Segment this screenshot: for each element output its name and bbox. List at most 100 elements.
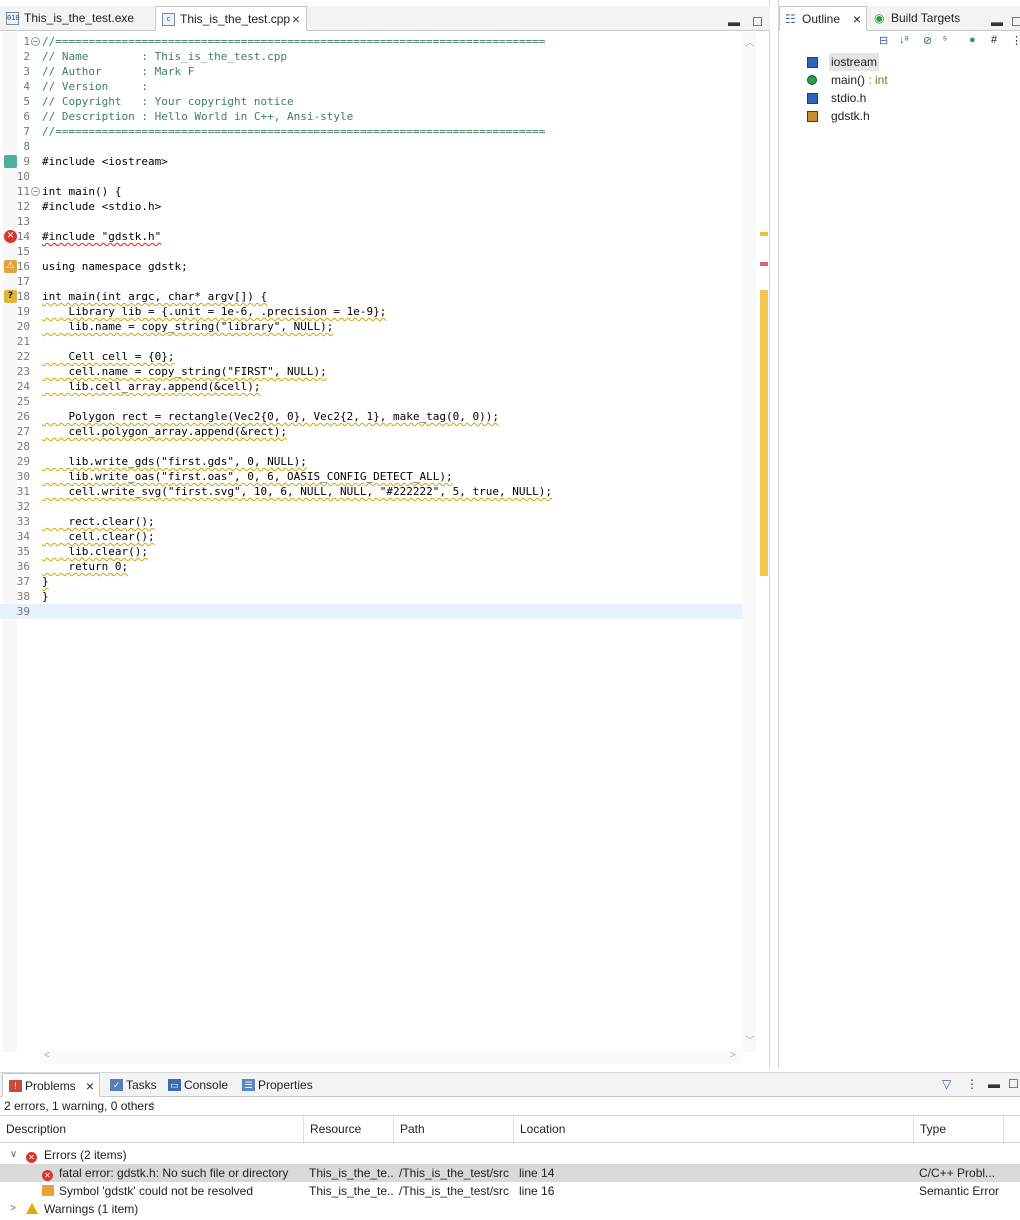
minimize-icon[interactable]: ▬ bbox=[991, 15, 1003, 29]
overview-warning-range[interactable] bbox=[760, 290, 768, 576]
code-line[interactable]: 36 return 0; bbox=[0, 559, 742, 574]
code-line[interactable]: 5 // Copyright : Your copyright notice bbox=[0, 94, 742, 109]
fold-toggle-icon[interactable]: − bbox=[31, 37, 40, 46]
code-line[interactable]: 37} bbox=[0, 574, 742, 589]
code-line[interactable]: 20 lib.name = copy_string("library", NUL… bbox=[0, 319, 742, 334]
code-line[interactable]: 34 cell.clear(); bbox=[0, 529, 742, 544]
code-line[interactable]: 31 cell.write_svg("first.svg", 10, 6, NU… bbox=[0, 484, 742, 499]
code-line[interactable]: 21 bbox=[0, 334, 742, 349]
chevron-down-icon[interactable]: ∨ bbox=[10, 1146, 17, 1164]
code-line[interactable]: 14 ✕ #include "gdstk.h" bbox=[0, 229, 742, 244]
minimize-icon[interactable]: ▬ bbox=[728, 15, 740, 29]
tab-outline[interactable]: ☷ Outline × bbox=[779, 6, 867, 31]
overview-error-marker[interactable] bbox=[760, 262, 768, 266]
outline-item[interactable]: main() : int bbox=[801, 71, 1001, 89]
hide-macros-icon[interactable]: # bbox=[991, 34, 997, 46]
overview-ruler[interactable] bbox=[757, 32, 769, 1052]
semantic-error-marker-icon[interactable]: ⚠ bbox=[4, 260, 17, 273]
tab-properties[interactable]: ☰ Properties bbox=[236, 1073, 320, 1097]
horizontal-scrollbar[interactable]: < > bbox=[40, 1050, 742, 1064]
fold-toggle-icon[interactable]: − bbox=[31, 187, 40, 196]
code-line[interactable]: 39 bbox=[0, 604, 742, 619]
bookmark-marker-icon[interactable] bbox=[4, 155, 17, 168]
code-line[interactable]: 38} bbox=[0, 589, 742, 604]
tab-cpp[interactable]: c This_is_the_test.cpp × bbox=[155, 6, 307, 31]
code-line[interactable]: 2 // Name : This_is_the_test.cpp bbox=[0, 49, 742, 64]
overview-warning-marker[interactable] bbox=[760, 232, 768, 236]
hide-fields-icon[interactable]: ⊘ bbox=[923, 34, 932, 47]
code-line[interactable]: 12 #include <stdio.h> bbox=[0, 199, 742, 214]
tab-build-targets[interactable]: ◉ Build Targets bbox=[869, 6, 969, 31]
code-line[interactable]: 9 #include <iostream> bbox=[0, 154, 742, 169]
minimize-icon[interactable]: ▬ bbox=[988, 1077, 1000, 1091]
hide-non-public-icon[interactable]: ● bbox=[969, 34, 976, 46]
code-line[interactable]: 17 bbox=[0, 274, 742, 289]
scroll-right-icon[interactable]: > bbox=[730, 1050, 736, 1061]
code-line[interactable]: 6 // Description : Hello World in C++, An… bbox=[0, 109, 742, 124]
maximize-icon[interactable]: ☐ bbox=[1008, 1077, 1019, 1091]
group-warnings[interactable]: > Warnings (1 item) bbox=[0, 1200, 1020, 1218]
chevron-right-icon[interactable]: > bbox=[10, 1200, 16, 1218]
code-line[interactable]: 1−//====================================… bbox=[0, 34, 742, 49]
column-location[interactable]: Location bbox=[514, 1116, 914, 1144]
view-menu-icon[interactable]: ⋮ bbox=[1011, 34, 1020, 47]
code-line[interactable]: 30 lib.write_oas("first.oas", 0, 6, OASI… bbox=[0, 469, 742, 484]
sort-icon[interactable]: ↓ᵃ bbox=[899, 34, 909, 46]
warning-marker-icon[interactable]: ? bbox=[4, 290, 17, 303]
code-line[interactable]: 10 bbox=[0, 169, 742, 184]
outline-item[interactable]: stdio.h bbox=[801, 89, 1001, 107]
group-errors[interactable]: ∨ ✕ Errors (2 items) bbox=[0, 1146, 1020, 1164]
scroll-up-icon[interactable]: ︿ bbox=[745, 34, 755, 49]
tab-exe[interactable]: 010 This_is_the_test.exe bbox=[0, 6, 152, 31]
code-line[interactable]: 32 bbox=[0, 499, 742, 514]
code-line[interactable]: 7 //=====================================… bbox=[0, 124, 742, 139]
console-icon: ▭ bbox=[168, 1079, 181, 1091]
code-line[interactable]: 11− int main() { bbox=[0, 184, 742, 199]
code-line[interactable]: 27 cell.polygon_array.append(&rect); bbox=[0, 424, 742, 439]
close-icon[interactable]: × bbox=[292, 7, 300, 31]
close-icon[interactable]: × bbox=[853, 7, 861, 31]
code-line[interactable]: 33 rect.clear(); bbox=[0, 514, 742, 529]
outline-item[interactable]: gdstk.h bbox=[801, 107, 1001, 125]
column-description[interactable]: Description bbox=[0, 1116, 304, 1144]
column-resource[interactable]: Resource bbox=[304, 1116, 394, 1144]
problem-row[interactable]: ✕ fatal error: gdstk.h: No such file or … bbox=[0, 1164, 1020, 1182]
maximize-icon[interactable]: ☐ bbox=[752, 15, 763, 29]
code-line[interactable]: 3 // Author : Mark F bbox=[0, 64, 742, 79]
code-line[interactable]: 15 bbox=[0, 244, 742, 259]
code-line[interactable]: 22 Cell cell = {0}; bbox=[0, 349, 742, 364]
code-line[interactable]: 28 bbox=[0, 439, 742, 454]
outline-item[interactable]: iostream bbox=[801, 53, 1001, 71]
code-line[interactable]: 29 lib.write_gds("first.gds", 0, NULL); bbox=[0, 454, 742, 469]
tab-tasks[interactable]: ✓ Tasks bbox=[104, 1073, 164, 1097]
line-number: 36 bbox=[16, 560, 30, 573]
maximize-icon[interactable]: ☐ bbox=[1011, 15, 1020, 29]
code-line[interactable]: 18? int main(int argc, char* argv[]) { bbox=[0, 289, 742, 304]
vertical-scrollbar[interactable]: ︿ ﹀ bbox=[742, 32, 756, 1052]
code-line[interactable]: 24 lib.cell_array.append(&cell); bbox=[0, 379, 742, 394]
tab-label: Tasks bbox=[126, 1078, 157, 1092]
collapse-all-icon[interactable]: ⊟ bbox=[879, 34, 888, 47]
code-editor[interactable]: 1−//====================================… bbox=[0, 32, 742, 1052]
column-path[interactable]: Path bbox=[394, 1116, 514, 1144]
code-line[interactable]: 13 bbox=[0, 214, 742, 229]
tab-problems[interactable]: ! Problems × bbox=[2, 1073, 100, 1097]
code-line[interactable]: 4 // Version : bbox=[0, 79, 742, 94]
scroll-left-icon[interactable]: < bbox=[44, 1050, 50, 1061]
filter-icon[interactable]: ▽ bbox=[942, 1077, 951, 1091]
code-line[interactable]: 26 Polygon rect = rectangle(Vec2{0, 0}, … bbox=[0, 409, 742, 424]
code-line[interactable]: 16 ⚠ using namespace gdstk; bbox=[0, 259, 742, 274]
code-line[interactable]: 19 Library lib = {.unit = 1e-6, .precisi… bbox=[0, 304, 742, 319]
hide-static-icon[interactable]: ˢ bbox=[943, 34, 947, 46]
code-line[interactable]: 35 lib.clear(); bbox=[0, 544, 742, 559]
view-menu-icon[interactable]: ⋮ bbox=[966, 1077, 978, 1091]
code-line[interactable]: 23 cell.name = copy_string("FIRST", NULL… bbox=[0, 364, 742, 379]
error-marker-icon[interactable]: ✕ bbox=[4, 230, 17, 243]
close-icon[interactable]: × bbox=[86, 1074, 94, 1098]
code-line[interactable]: 25 bbox=[0, 394, 742, 409]
column-type[interactable]: Type bbox=[914, 1116, 1004, 1144]
tab-console[interactable]: ▭ Console bbox=[162, 1073, 234, 1097]
scroll-down-icon[interactable]: ﹀ bbox=[745, 1032, 755, 1047]
problem-row[interactable]: Symbol 'gdstk' could not be resolved Thi… bbox=[0, 1182, 1020, 1200]
code-line[interactable]: 8 bbox=[0, 139, 742, 154]
